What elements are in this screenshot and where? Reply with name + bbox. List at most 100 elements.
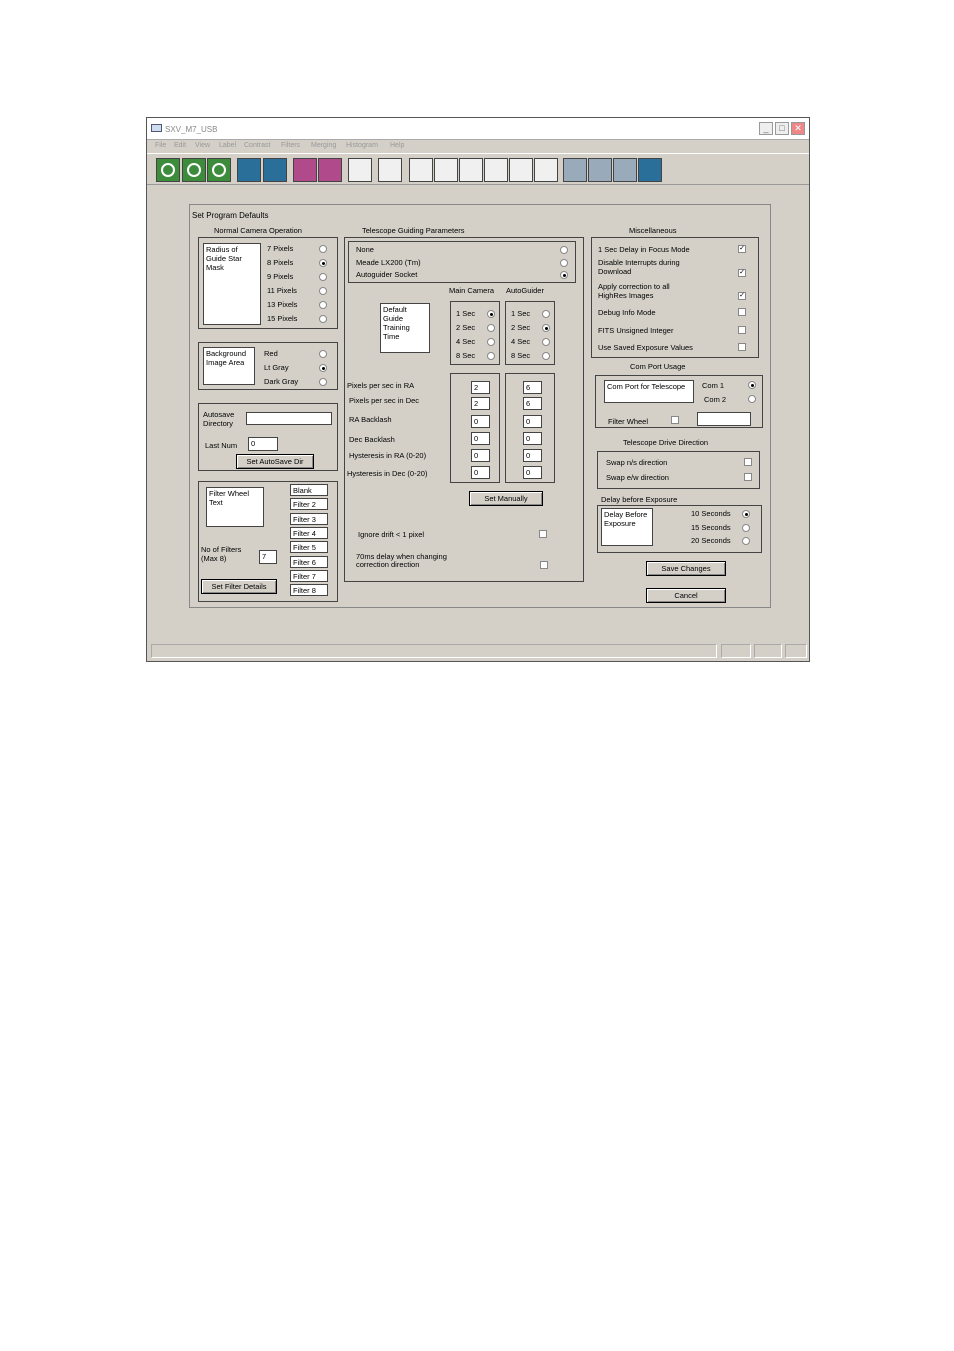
- ignore-drift-checkbox[interactable]: [539, 530, 547, 538]
- com2-radio[interactable]: [748, 395, 756, 403]
- list-icon[interactable]: [378, 158, 402, 182]
- filter-name-input[interactable]: Blank: [290, 484, 328, 496]
- menu-help[interactable]: Help: [390, 142, 404, 149]
- radius-13-radio[interactable]: [319, 301, 327, 309]
- slope-icon[interactable]: [459, 158, 483, 182]
- cancel-button[interactable]: Cancel: [646, 588, 726, 603]
- main-1sec-radio[interactable]: [487, 310, 495, 318]
- maximize-button[interactable]: □: [775, 122, 789, 135]
- main-dec-backlash-input[interactable]: 0: [471, 432, 490, 445]
- radius-9-radio[interactable]: [319, 273, 327, 281]
- filter-wheel-com-input[interactable]: [697, 412, 751, 426]
- delay-15-radio[interactable]: [742, 524, 750, 532]
- radius-15-label: 15 Pixels: [267, 314, 298, 323]
- delay-20-radio[interactable]: [742, 537, 750, 545]
- delay-70ms-checkbox[interactable]: [540, 561, 548, 569]
- swap-ew-checkbox[interactable]: [744, 473, 752, 481]
- grid-icon[interactable]: [588, 158, 612, 182]
- zoom-icon[interactable]: [318, 158, 342, 182]
- camera-icon[interactable]: [156, 158, 180, 182]
- camera-icon[interactable]: [182, 158, 206, 182]
- spike-icon[interactable]: [534, 158, 558, 182]
- set-filter-details-button[interactable]: Set Filter Details: [201, 579, 277, 594]
- menu-histogram[interactable]: Histogram: [346, 142, 378, 149]
- normal-camera-title: Normal Camera Operation: [214, 226, 302, 235]
- main-hyst-ra-input[interactable]: 0: [471, 449, 490, 462]
- misc-saved-exposure-checkbox[interactable]: [738, 343, 746, 351]
- menu-label[interactable]: Label: [219, 142, 236, 149]
- radius-9-label: 9 Pixels: [267, 272, 294, 281]
- image-icon[interactable]: [263, 158, 287, 182]
- menu-filters[interactable]: Filters: [281, 142, 300, 149]
- grid-icon[interactable]: [613, 158, 637, 182]
- misc-highres-checkbox[interactable]: ✓: [738, 292, 746, 300]
- auto-dec-backlash-input[interactable]: 0: [523, 432, 542, 445]
- main-2sec-radio[interactable]: [487, 324, 495, 332]
- swap-ns-checkbox[interactable]: [744, 458, 752, 466]
- auto-dec-input[interactable]: 6: [523, 397, 542, 410]
- lastnum-input[interactable]: 0: [248, 437, 278, 451]
- save-changes-button[interactable]: Save Changes: [646, 561, 726, 576]
- filter-name-input[interactable]: Filter 3: [290, 513, 328, 525]
- focus-icon[interactable]: [293, 158, 317, 182]
- set-autosave-dir-button[interactable]: Set AutoSave Dir: [236, 454, 314, 469]
- menu-view[interactable]: View: [195, 142, 210, 149]
- filter-name-input[interactable]: Filter 2: [290, 498, 328, 510]
- auto-ra-backlash-input[interactable]: 0: [523, 415, 542, 428]
- minimize-button[interactable]: _: [759, 122, 773, 135]
- grid-icon[interactable]: [563, 158, 587, 182]
- radius-11-radio[interactable]: [319, 287, 327, 295]
- bg-ltgray-radio[interactable]: [319, 364, 327, 372]
- histogram-icon[interactable]: [409, 158, 433, 182]
- no-of-filters-input[interactable]: 7: [259, 550, 277, 564]
- filter-name-input[interactable]: Filter 6: [290, 556, 328, 568]
- menu-edit[interactable]: Edit: [174, 142, 186, 149]
- menu-contrast[interactable]: Contrast: [244, 142, 270, 149]
- auto-4sec-radio[interactable]: [542, 338, 550, 346]
- radius-15-radio[interactable]: [319, 315, 327, 323]
- radius-7-radio[interactable]: [319, 245, 327, 253]
- main-8sec-radio[interactable]: [487, 352, 495, 360]
- telescope-icon[interactable]: [638, 158, 662, 182]
- camera-icon[interactable]: [207, 158, 231, 182]
- main-4sec-radio[interactable]: [487, 338, 495, 346]
- misc-interrupts-checkbox[interactable]: ✓: [738, 269, 746, 277]
- auto-2sec-radio[interactable]: [542, 324, 550, 332]
- bg-red-radio[interactable]: [319, 350, 327, 358]
- set-manually-button[interactable]: Set Manually: [469, 491, 543, 506]
- mount-none-radio[interactable]: [560, 246, 568, 254]
- filter-wheel-com-checkbox[interactable]: [671, 416, 679, 424]
- misc-focus-delay-checkbox[interactable]: ✓: [738, 245, 746, 253]
- main-ra-backlash-input[interactable]: 0: [471, 415, 490, 428]
- misc-fits-checkbox[interactable]: [738, 326, 746, 334]
- main-hyst-dec-input[interactable]: 0: [471, 466, 490, 479]
- peak-icon[interactable]: [484, 158, 508, 182]
- mount-lx200-radio[interactable]: [560, 259, 568, 267]
- mount-autoguider-radio[interactable]: [560, 271, 568, 279]
- filter-name-input[interactable]: Filter 5: [290, 541, 328, 553]
- auto-hyst-dec-input[interactable]: 0: [523, 466, 542, 479]
- drive-direction-group: [597, 451, 760, 489]
- filter-name-input[interactable]: Filter 4: [290, 527, 328, 539]
- auto-1sec-radio[interactable]: [542, 310, 550, 318]
- auto-hyst-ra-input[interactable]: 0: [523, 449, 542, 462]
- delay-10-radio[interactable]: [742, 510, 750, 518]
- menu-merging[interactable]: Merging: [311, 142, 336, 149]
- main-dec-input[interactable]: 2: [471, 397, 490, 410]
- globe-icon[interactable]: [509, 158, 533, 182]
- filter-name-input[interactable]: Filter 8: [290, 584, 328, 596]
- menu-file[interactable]: File: [155, 142, 166, 149]
- autosave-directory-input[interactable]: [246, 412, 332, 425]
- auto-8sec-radio[interactable]: [542, 352, 550, 360]
- bg-darkgray-radio[interactable]: [319, 378, 327, 386]
- text-icon[interactable]: [348, 158, 372, 182]
- auto-ra-input[interactable]: 6: [523, 381, 542, 394]
- main-ra-input[interactable]: 2: [471, 381, 490, 394]
- misc-debug-checkbox[interactable]: [738, 308, 746, 316]
- filter-name-input[interactable]: Filter 7: [290, 570, 328, 582]
- com1-radio[interactable]: [748, 381, 756, 389]
- radius-8-radio[interactable]: [319, 259, 327, 267]
- curve-icon[interactable]: [434, 158, 458, 182]
- close-button[interactable]: ✕: [791, 122, 805, 135]
- download-icon[interactable]: [237, 158, 261, 182]
